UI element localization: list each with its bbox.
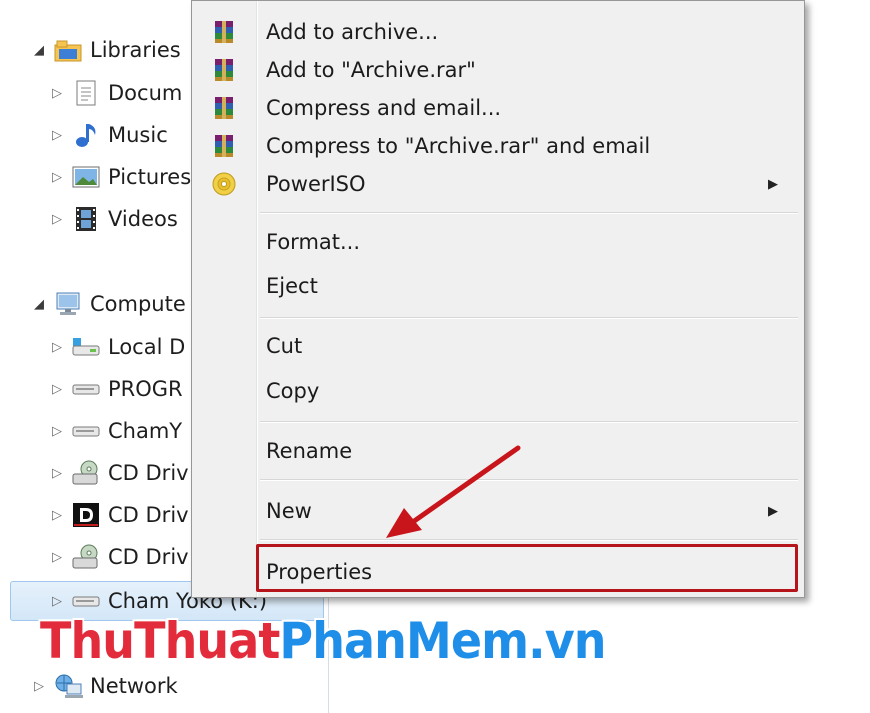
tree-item-cd-drive-3[interactable]: ▷ CD Driv xyxy=(48,539,189,575)
tree-item-cd-drive-2[interactable]: ▷ CD Driv xyxy=(48,497,189,533)
menu-item-label: Eject xyxy=(266,274,318,298)
expand-arrow-icon[interactable]: ▷ xyxy=(48,508,66,523)
submenu-arrow-icon: ▶ xyxy=(768,503,778,519)
menu-item-compress-rar-and-email[interactable]: Compress to "Archive.rar" and email xyxy=(196,127,800,165)
tree-item-label: Local D xyxy=(108,335,186,359)
tree-item-documents[interactable]: ▷ Docum xyxy=(48,75,182,111)
menu-item-label: Cut xyxy=(266,334,303,358)
expand-arrow-icon[interactable]: ▷ xyxy=(48,466,66,481)
tree-item-label: Music xyxy=(108,123,168,147)
tree-item-label: Videos xyxy=(108,207,178,231)
tree-item-label: Libraries xyxy=(90,38,181,62)
winrar-icon xyxy=(196,57,252,83)
expand-arrow-icon[interactable]: ▷ xyxy=(48,128,66,143)
properties-highlight-box xyxy=(256,544,798,592)
menu-item-copy[interactable]: Copy xyxy=(196,372,800,410)
tree-item-label: CD Driv xyxy=(108,503,189,527)
daemon-drive-icon xyxy=(70,501,102,529)
expand-arrow-icon[interactable]: ▷ xyxy=(48,550,66,565)
submenu-arrow-icon: ▶ xyxy=(768,176,778,192)
menu-item-cut[interactable]: Cut xyxy=(196,327,800,365)
tree-item-chamy-drive[interactable]: ▷ ChamY xyxy=(48,413,182,449)
expand-arrow-icon[interactable]: ▷ xyxy=(48,86,66,101)
expand-arrow-icon[interactable]: ▷ xyxy=(30,679,48,694)
drive-icon xyxy=(70,417,102,445)
tree-item-label: Pictures xyxy=(108,165,192,189)
expand-arrow-icon[interactable]: ▷ xyxy=(48,424,66,439)
menu-item-label: Format... xyxy=(266,230,361,254)
menu-item-add-to-archive[interactable]: Add to archive... xyxy=(196,13,800,51)
menu-item-poweriso[interactable]: PowerISO ▶ xyxy=(196,165,800,203)
tree-item-label: Compute xyxy=(90,292,186,316)
menu-item-compress-and-email[interactable]: Compress and email... xyxy=(196,89,800,127)
expand-arrow-icon[interactable]: ▷ xyxy=(48,340,66,355)
poweriso-icon xyxy=(196,171,252,197)
tree-item-label: PROGR xyxy=(108,377,183,401)
tree-item-local-disk[interactable]: ▷ Local D xyxy=(48,329,185,365)
menu-separator xyxy=(260,317,798,319)
tree-item-label: Docum xyxy=(108,81,183,105)
drive-icon xyxy=(70,587,102,615)
menu-item-label: New xyxy=(266,499,312,523)
menu-item-add-to-archive-rar[interactable]: Add to "Archive.rar" xyxy=(196,51,800,89)
tree-item-progr-drive[interactable]: ▷ PROGR xyxy=(48,371,183,407)
music-icon xyxy=(70,121,102,149)
menu-item-format[interactable]: Format... xyxy=(196,223,800,261)
expand-arrow-icon[interactable]: ▷ xyxy=(48,382,66,397)
collapse-arrow-icon[interactable]: ◢ xyxy=(30,43,48,58)
documents-icon xyxy=(70,79,102,107)
tree-item-label: ChamY xyxy=(108,419,183,443)
menu-item-label: PowerISO xyxy=(266,172,366,196)
menu-item-label: Add to archive... xyxy=(266,20,439,44)
menu-separator xyxy=(260,421,798,423)
tree-item-cd-drive-1[interactable]: ▷ CD Driv xyxy=(48,455,189,491)
local-disk-icon xyxy=(70,333,102,361)
tree-item-label: CD Driv xyxy=(108,461,189,485)
watermark-text-blue: PhanMem.vn xyxy=(279,612,606,670)
tree-item-label: Network xyxy=(90,674,178,698)
cd-drive-icon xyxy=(70,459,102,487)
cd-drive-icon xyxy=(70,543,102,571)
menu-item-label: Rename xyxy=(266,439,353,463)
libraries-icon xyxy=(52,36,84,64)
collapse-arrow-icon[interactable]: ◢ xyxy=(30,297,48,312)
menu-item-eject[interactable]: Eject xyxy=(196,267,800,305)
watermark-logo: ThuThuatPhanMem.vn xyxy=(40,612,607,670)
tree-item-network[interactable]: ▷ Network xyxy=(30,668,178,704)
expand-arrow-icon[interactable]: ▷ xyxy=(48,594,66,609)
menu-separator xyxy=(260,212,798,214)
tree-item-label: CD Driv xyxy=(108,545,189,569)
pictures-icon xyxy=(70,163,102,191)
menu-item-label: Compress to "Archive.rar" and email xyxy=(266,134,651,158)
computer-icon xyxy=(52,290,84,318)
tree-item-computer[interactable]: ◢ Compute xyxy=(30,286,186,322)
expand-arrow-icon[interactable]: ▷ xyxy=(48,212,66,227)
winrar-icon xyxy=(196,133,252,159)
tree-item-videos[interactable]: ▷ Videos xyxy=(48,201,178,237)
tree-item-music[interactable]: ▷ Music xyxy=(48,117,168,153)
menu-item-label: Compress and email... xyxy=(266,96,502,120)
red-arrow-annotation xyxy=(386,445,521,538)
winrar-icon xyxy=(196,95,252,121)
videos-icon xyxy=(70,205,102,233)
menu-item-label: Copy xyxy=(266,379,320,403)
expand-arrow-icon[interactable]: ▷ xyxy=(48,170,66,185)
tree-item-pictures[interactable]: ▷ Pictures xyxy=(48,159,191,195)
watermark-text-red: ThuThuat xyxy=(40,612,280,670)
tree-item-libraries[interactable]: ◢ Libraries xyxy=(30,32,181,68)
drive-icon xyxy=(70,375,102,403)
menu-item-label: Add to "Archive.rar" xyxy=(266,58,476,82)
winrar-icon xyxy=(196,19,252,45)
network-icon xyxy=(52,672,84,700)
